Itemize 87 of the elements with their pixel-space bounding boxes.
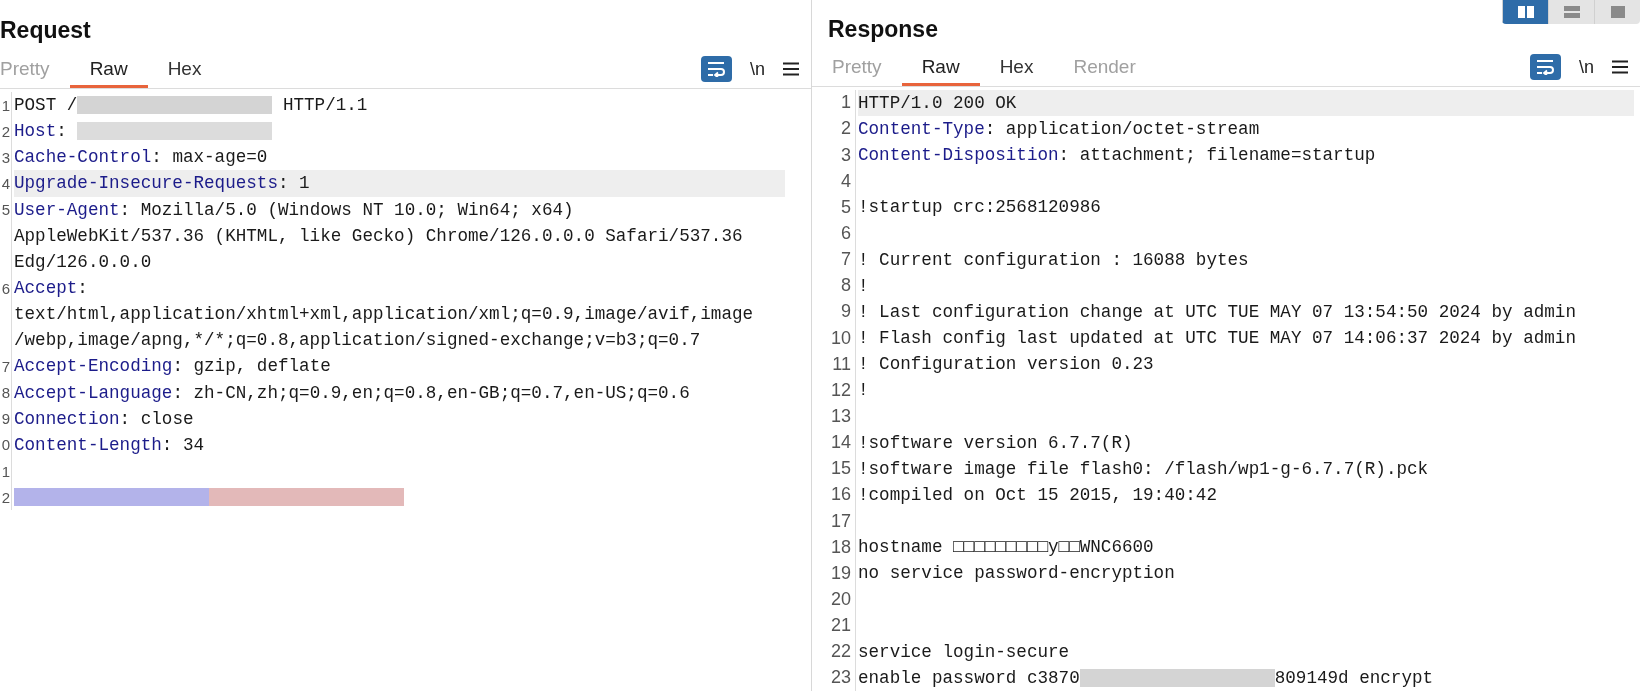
line-number: 2 <box>1 488 10 506</box>
code-line: ! <box>858 275 869 296</box>
code-line: !compiled on Oct 15 2015, 19:40:42 <box>858 484 1217 505</box>
code-line: Accept: <box>14 278 88 299</box>
line-number: 1 <box>1 462 10 480</box>
code-line: User-Agent: Mozilla/5.0 (Windows NT 10.0; Win64; x64) <box>14 199 574 220</box>
line-number: 8 <box>1 384 10 402</box>
code-line: Content-Disposition: attachment; filename=startup <box>858 145 1376 166</box>
layout-button[interactable] <box>1502 0 1548 24</box>
view-tab[interactable]: Raw <box>901 48 980 86</box>
code-line: AppleWebKit/537.36 (KHTML, like Gecko) Chrome/126.0.0.0 Safari/537.36 <box>14 225 743 246</box>
code-line: ! Flash config last updated at UTC TUE MAY 07 14:06:37 2024 by admin <box>858 328 1576 349</box>
code-line: hostname □□□□□□□□□у□□WNC6600 <box>858 537 1154 558</box>
line-number: 11 <box>832 353 851 375</box>
line-number: 6 <box>1 279 10 297</box>
line-number: 14 <box>830 432 851 454</box>
code-line: ! Configuration version 0.23 <box>858 354 1154 375</box>
panel-title: Response <box>828 16 938 41</box>
line-number: 13 <box>830 406 851 427</box>
layout-button[interactable] <box>1594 0 1640 24</box>
line-number: 19 <box>830 562 851 584</box>
code-text: POST / <box>14 95 78 116</box>
code-line: ! <box>858 380 869 401</box>
line-number: 3 <box>1 148 10 166</box>
line-number: 1 <box>1 96 10 114</box>
line-number: 17 <box>830 510 851 532</box>
code-line: service login-secure <box>858 641 1070 662</box>
line-number: 2 <box>841 118 851 140</box>
code-text: enable password c3870 <box>858 667 1080 688</box>
line-number: 7 <box>841 249 851 271</box>
code-line: ! Current configuration : 16088 bytes <box>858 249 1249 270</box>
code-line: !startup crc:2568120986 <box>858 197 1101 218</box>
square-icon <box>1608 5 1627 19</box>
line-number: 9 <box>1 410 10 428</box>
line-number: 9 <box>841 301 851 323</box>
code-line: text/html,application/xhtml+xml,application/xml;q=0.9,image/avif,image <box>14 304 754 325</box>
columns-icon <box>1516 5 1535 19</box>
line-number: 1 <box>841 92 851 114</box>
view-tab[interactable]: Hex <box>147 50 222 88</box>
line-number: 5 <box>841 196 851 218</box>
menu-icon[interactable] <box>783 62 799 76</box>
line-number: 8 <box>841 275 851 297</box>
code-text: : <box>56 121 68 142</box>
line-number: 7 <box>1 357 10 375</box>
code-line: Content-Type: application/octet-stream <box>858 118 1260 139</box>
code-line: Accept-Language: zh-CN,zh;q=0.9,en;q=0.8,en-GB;q=0.7,en-US;q=0.6 <box>14 382 690 403</box>
wrap-icon <box>706 61 727 77</box>
newline-toggle[interactable]: \n <box>746 58 769 80</box>
code-line: Accept-Encoding: gzip, deflate <box>14 356 331 377</box>
line-number: 21 <box>830 615 851 637</box>
view-tab[interactable]: Hex <box>979 48 1054 86</box>
newline-toggle[interactable]: \n <box>1575 56 1598 78</box>
line-number: 20 <box>830 589 851 610</box>
line-number: 6 <box>841 223 851 245</box>
line-number: 22 <box>830 641 851 663</box>
code-text: 809149d encrypt <box>1274 667 1434 688</box>
line-number: 2 <box>1 122 10 140</box>
code-line: no service password-encryption <box>858 563 1175 584</box>
line-number: 4 <box>1 175 10 192</box>
line-number: 10 <box>830 327 851 349</box>
code-line: Connection: close <box>14 408 194 429</box>
line-number: 3 <box>841 144 851 166</box>
code-line: Cache-Control: max-age=0 <box>14 147 268 168</box>
rows-icon <box>1562 5 1581 19</box>
code-line: !software version 6.7.7(R) <box>858 432 1133 453</box>
line-number: 12 <box>830 379 851 401</box>
code-line: Edg/126.0.0.0 <box>14 251 152 272</box>
wrap-toggle[interactable] <box>701 56 732 82</box>
line-number: 0 <box>1 436 10 454</box>
line-number: 18 <box>830 536 851 558</box>
code-text: HTTP/1.1 <box>281 95 368 116</box>
line-number: 5 <box>1 201 10 219</box>
code-line: ! Last configuration change at UTC TUE MAY 07 13:54:50 2024 by admin <box>858 301 1576 322</box>
code-line: Content-Length: 34 <box>14 434 205 455</box>
wrap-icon <box>1535 59 1556 76</box>
view-tab[interactable]: Raw <box>69 50 148 88</box>
code-line: !software image file flash0: /flash/wp1-g-6.7.7(R).pck <box>858 458 1429 479</box>
line-number: 23 <box>830 667 851 689</box>
line-number: 16 <box>830 484 851 506</box>
menu-icon[interactable] <box>1612 60 1628 75</box>
wrap-toggle[interactable] <box>1530 54 1561 81</box>
code-line: /webp,image/apng,*/*;q=0.8,application/signed-exchange;v=b3;q=0.7 <box>14 330 701 351</box>
layout-button[interactable] <box>1548 0 1594 24</box>
panel-title: Request <box>0 18 91 42</box>
code-text: Host <box>14 121 57 142</box>
line-number: 15 <box>830 458 851 480</box>
line-number: 4 <box>841 170 851 192</box>
